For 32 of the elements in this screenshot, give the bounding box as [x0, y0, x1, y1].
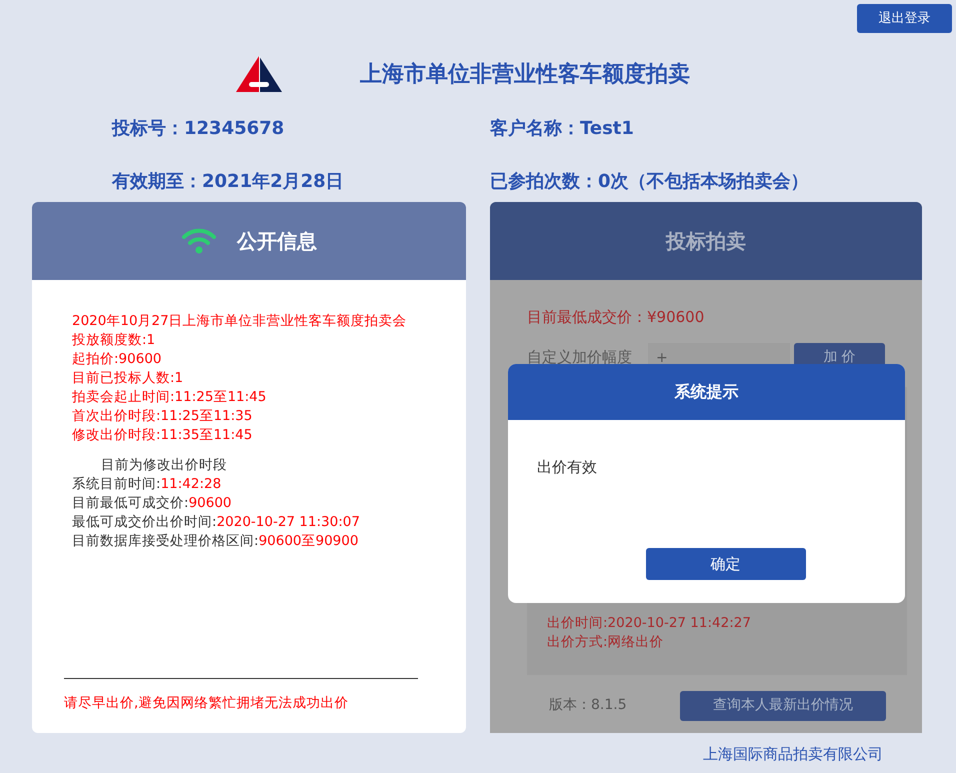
info-text: 有效期至：2021年2月28日 — [112, 171, 345, 194]
reading-text: 目前最低可成交价:90600 — [72, 494, 233, 513]
panel-title: 投标拍卖 — [666, 228, 746, 255]
dialog-message: 出价有效 — [536, 457, 598, 478]
lowest-price-text: 目前最低成交价：¥90600 — [527, 307, 706, 328]
notice-text: 首次出价时段:11:25至11:35 — [72, 407, 254, 426]
info-text: 投标号：12345678 — [112, 118, 286, 141]
company-name: 上海国际商品拍卖有限公司 — [702, 744, 884, 765]
logo-icon — [236, 56, 282, 92]
wifi-icon — [181, 228, 217, 254]
notice-text: 2020年10月27日上海市单位非营业性客车额度拍卖会 — [72, 312, 408, 331]
panel-title: 公开信息 — [237, 228, 317, 255]
confirm-button[interactable]: 确定 — [646, 548, 806, 580]
info-text: 客户名称：Test1 — [490, 118, 635, 141]
notice-text: 拍卖会起止时间:11:25至11:45 — [72, 388, 268, 407]
reading-text: 系统目前时间:11:42:28 — [72, 475, 222, 494]
page-title: 上海市单位非营业性客车额度拍卖 — [360, 60, 690, 88]
query-bid-button[interactable]: 查询本人最新出价情况 — [680, 690, 886, 720]
dialog-title: 系统提示 — [508, 364, 905, 420]
notice-text: 修改出价时段:11:35至11:45 — [72, 426, 254, 445]
notice-text: 起拍价:90600 — [72, 350, 162, 369]
reading-text: 最低可成交价出价时间:2020-10-27 11:30:07 — [72, 513, 361, 532]
logout-button[interactable]: 退出登录 — [857, 4, 952, 33]
version-text: 版本：8.1.5 — [549, 696, 628, 715]
notice-text: 投放额度数:1 — [72, 331, 156, 350]
reading-text: 目前数据库接受处理价格区间:90600至90900 — [72, 532, 360, 551]
bid-detail-text: 出价方式:网络出价 — [547, 633, 665, 652]
bid-detail-text: 出价时间:2020-10-27 11:42:27 — [547, 614, 752, 632]
notice-text: 目前已投标人数:1 — [72, 369, 184, 388]
info-text: 已参拍次数：0次（不包括本场拍卖会） — [490, 171, 810, 194]
status-text: 目前为修改出价时段 — [100, 456, 228, 475]
warning-text: 请尽早出价,避免因网络繁忙拥堵无法成功出价 — [64, 694, 350, 713]
